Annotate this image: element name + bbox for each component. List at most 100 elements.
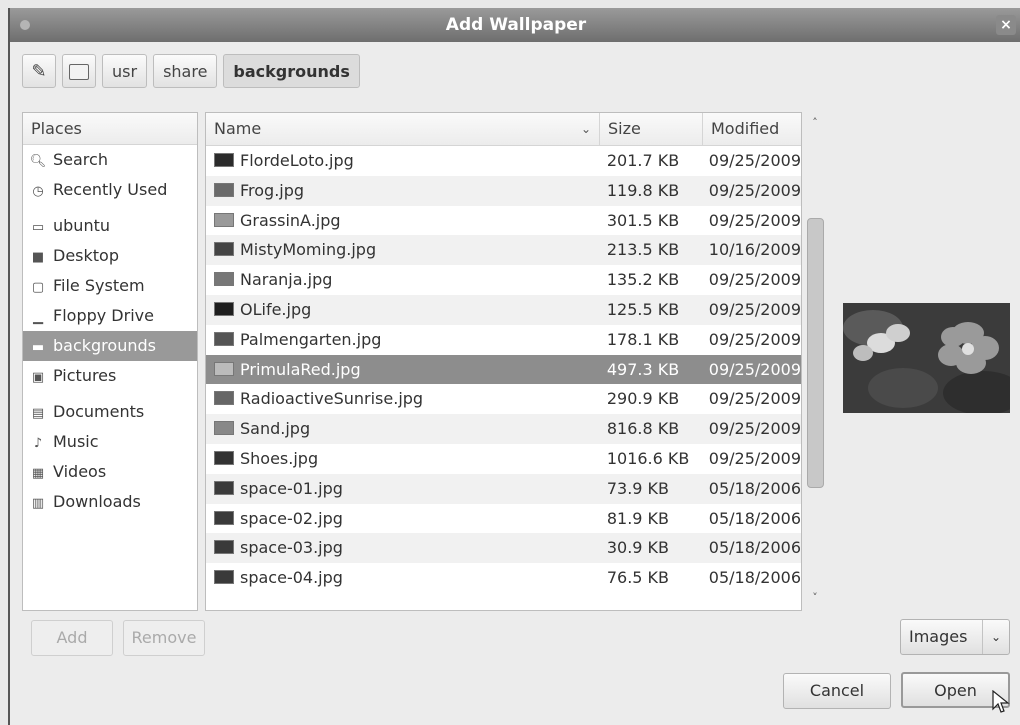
pictures-folder-icon: ▣	[31, 370, 45, 385]
file-modified-cell: 05/18/2006	[708, 538, 801, 558]
file-size-cell: 290.9 KB	[606, 389, 680, 409]
file-row[interactable]: FlordeLoto.jpg 201.7 KB 09/25/2009	[206, 146, 801, 176]
file-modified-cell: 09/25/2009	[708, 299, 801, 319]
file-row[interactable]: PrimulaRed.jpg 497.3 KB 09/25/2009	[206, 354, 801, 385]
file-size-cell: 201.7 KB	[606, 151, 680, 170]
file-name-cell: MistyMoming.jpg	[206, 235, 599, 265]
file-row[interactable]: space-02.jpg 81.9 KB 05/18/2006	[206, 504, 801, 534]
file-size-cell: 213.5 KB	[606, 240, 680, 260]
downloads-folder-icon: ▥	[31, 496, 45, 511]
scroll-up-icon[interactable]: ˄	[804, 112, 826, 134]
path-share-button[interactable]: share	[153, 54, 218, 88]
file-modified-cell: 09/25/2009	[708, 329, 801, 349]
file-name: space-02.jpg	[240, 508, 343, 528]
column-modified-header[interactable]: Modified	[703, 113, 801, 145]
image-thumbnail-icon	[214, 212, 234, 227]
file-list-scrollbar[interactable]: ˄ ˅	[804, 112, 826, 609]
file-row[interactable]: Shoes.jpg 1016.6 KB 09/25/2009	[206, 444, 801, 474]
file-name-cell: FlordeLoto.jpg	[206, 146, 599, 176]
cancel-button[interactable]: Cancel	[783, 673, 891, 709]
file-name: Sand.jpg	[240, 419, 311, 439]
path-root-button[interactable]	[62, 54, 96, 88]
file-size-cell: 1016.6 KB	[606, 448, 690, 468]
image-thumbnail-icon	[214, 272, 234, 287]
path-usr-button[interactable]: usr	[102, 54, 148, 88]
file-rows: FlordeLoto.jpg 201.7 KB 09/25/2009 Frog.jpg…	[206, 146, 801, 593]
file-row[interactable]: OLife.jpg 125.5 KB 09/25/2009	[206, 294, 801, 325]
file-modified-cell: 10/16/2009	[708, 240, 801, 260]
image-thumbnail-icon	[214, 391, 234, 406]
place-pictures[interactable]: ▣ Pictures	[23, 361, 197, 391]
file-name: Frog.jpg	[240, 180, 305, 200]
file-name: RadioactiveSunrise.jpg	[240, 389, 424, 409]
place-downloads[interactable]: ▥ Downloads	[23, 487, 197, 517]
place-search[interactable]: 🔍︎ Search	[23, 145, 197, 175]
file-name: Shoes.jpg	[240, 448, 319, 468]
file-modified-cell: 09/25/2009	[708, 180, 801, 200]
file-size-cell: 30.9 KB	[606, 538, 670, 558]
dialog-title: Add Wallpaper	[445, 15, 587, 35]
place-documents[interactable]: ▤ Documents	[23, 397, 197, 427]
file-name: space-03.jpg	[240, 538, 343, 558]
file-row[interactable]: space-01.jpg 73.9 KB 05/18/2006	[206, 473, 801, 504]
file-size-cell: 119.8 KB	[606, 180, 680, 200]
scroll-down-icon[interactable]: ˅	[804, 587, 826, 609]
file-row[interactable]: space-03.jpg 30.9 KB 05/18/2006	[206, 533, 801, 564]
file-modified-cell: 09/25/2009	[708, 270, 801, 290]
videos-folder-icon: ▦	[31, 466, 45, 481]
place-ubuntu[interactable]: ▭ ubuntu	[23, 211, 197, 241]
place-file-system[interactable]: ▢ File System	[23, 271, 197, 301]
image-thumbnail-icon	[214, 301, 234, 316]
file-name: Palmengarten.jpg	[240, 329, 382, 349]
column-name-header[interactable]: Name ⌄	[206, 113, 600, 145]
file-modified-cell: 09/25/2009	[708, 151, 801, 170]
image-thumbnail-icon	[214, 331, 234, 346]
file-size-cell: 301.5 KB	[606, 210, 680, 230]
file-name: GrassinA.jpg	[240, 210, 341, 230]
file-type-filter-select[interactable]: Images ⌄	[900, 619, 1010, 655]
title-bar[interactable]: Add Wallpaper ×	[10, 8, 1020, 42]
window-menu-icon[interactable]	[20, 20, 30, 30]
file-size-cell: 816.8 KB	[606, 419, 680, 439]
image-thumbnail-icon	[214, 570, 234, 585]
file-row[interactable]: Naranja.jpg 135.2 KB 09/25/2009	[206, 265, 801, 295]
file-row[interactable]: Palmengarten.jpg 178.1 KB 09/25/2009	[206, 325, 801, 355]
file-size-cell: 497.3 KB	[606, 359, 680, 379]
file-name-cell: PrimulaRed.jpg	[206, 355, 599, 385]
place-backgrounds[interactable]: ▬ backgrounds	[23, 331, 197, 361]
place-recently-used[interactable]: ◷ Recently Used	[23, 175, 197, 205]
file-row[interactable]: MistyMoming.jpg 213.5 KB 10/16/2009	[206, 235, 801, 266]
close-button[interactable]: ×	[996, 15, 1016, 35]
file-row[interactable]: Frog.jpg 119.8 KB 09/25/2009	[206, 175, 801, 206]
add-button[interactable]: Add	[31, 620, 113, 656]
scrollbar-thumb[interactable]	[807, 218, 824, 488]
path-backgrounds-button[interactable]: backgrounds	[223, 54, 360, 88]
file-name: MistyMoming.jpg	[240, 240, 377, 260]
file-row[interactable]: Sand.jpg 816.8 KB 09/25/2009	[206, 414, 801, 444]
file-name: Naranja.jpg	[240, 270, 333, 290]
image-thumbnail-icon	[214, 421, 234, 436]
place-music[interactable]: ♪ Music	[23, 427, 197, 457]
file-name-cell: Frog.jpg	[206, 176, 599, 206]
place-videos[interactable]: ▦ Videos	[23, 457, 197, 487]
file-size-cell: 125.5 KB	[606, 299, 680, 319]
places-header[interactable]: Places	[23, 113, 197, 145]
file-name-cell: space-01.jpg	[206, 474, 599, 504]
file-row[interactable]: RadioactiveSunrise.jpg 290.9 KB 09/25/2009	[206, 384, 801, 414]
file-name-cell: Palmengarten.jpg	[206, 325, 599, 355]
file-name-cell: Shoes.jpg	[206, 444, 599, 474]
file-row[interactable]: space-04.jpg 76.5 KB 05/18/2006	[206, 563, 801, 593]
type-location-button[interactable]: ✎	[22, 54, 56, 88]
place-floppy-drive[interactable]: ▁ Floppy Drive	[23, 301, 197, 331]
file-name-cell: GrassinA.jpg	[206, 206, 599, 236]
file-modified-cell: 09/25/2009	[708, 419, 801, 439]
file-name: FlordeLoto.jpg	[240, 151, 354, 170]
file-name: OLife.jpg	[240, 299, 312, 319]
place-desktop[interactable]: ■ Desktop	[23, 241, 197, 271]
flower-preview-image	[843, 303, 1010, 413]
image-thumbnail-icon	[214, 182, 234, 197]
clock-icon: ◷	[32, 184, 44, 199]
column-size-header[interactable]: Size	[600, 113, 703, 145]
remove-button[interactable]: Remove	[123, 620, 205, 656]
file-row[interactable]: GrassinA.jpg 301.5 KB 09/25/2009	[206, 206, 801, 236]
